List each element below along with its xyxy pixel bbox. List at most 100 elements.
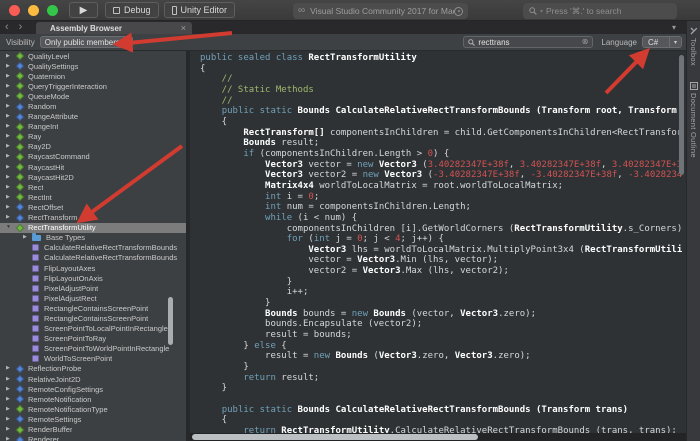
tree-item-raycasthit[interactable]: ▶RaycastHit [0, 162, 186, 172]
expander-icon[interactable]: ▶ [6, 427, 15, 432]
tree-item-remotenotificationtype[interactable]: ▶RemoteNotificationType [0, 404, 186, 414]
tree-item-worldtoscreenpoint[interactable]: WorldToScreenPoint [0, 354, 186, 364]
type-search-input[interactable]: recttrans ⊗ [463, 36, 593, 48]
navigate-forward-button[interactable]: › [19, 22, 23, 33]
method-icon [32, 244, 39, 251]
expander-icon[interactable]: ▶ [6, 195, 15, 200]
expander-icon[interactable]: ▶ [6, 215, 15, 220]
pad-tab-document-outline[interactable]: Document Outline [689, 82, 698, 158]
expander-icon[interactable]: ▶ [23, 235, 32, 240]
tree-item-remoteconfigsettings[interactable]: ▶RemoteConfigSettings [0, 384, 186, 394]
tree-item-fliplayoutonaxis[interactable]: FlipLayoutOnAxis [0, 273, 186, 283]
expander-icon[interactable]: ▶ [6, 165, 15, 170]
expander-icon[interactable]: ▶ [6, 54, 15, 59]
tree-item-screenpointtolocalpointinrectangle[interactable]: ScreenPointToLocalPointInRectangle [0, 324, 186, 334]
tree-item-rangeattribute[interactable]: ▶RangeAttribute [0, 112, 186, 122]
clear-search-icon[interactable]: ⊗ [582, 38, 589, 46]
class-green-icon [16, 173, 24, 181]
global-search-field[interactable]: ▾ Press '⌘.' to search [523, 3, 677, 19]
expander-icon[interactable]: ▼ [6, 225, 15, 230]
tree-item-quaternion[interactable]: ▶Quaternion [0, 71, 186, 81]
code-horizontal-scrollbar-thumb[interactable] [192, 434, 478, 440]
tab-overflow-caret-icon[interactable]: ▾ [672, 21, 676, 34]
run-button[interactable]: ▶ [69, 2, 98, 18]
tree-item-remotesettings[interactable]: ▶RemoteSettings [0, 414, 186, 424]
assembly-tree: ▶QualityLevel▶QualitySettings▶Quaternion… [0, 51, 186, 441]
tree-item-base-types[interactable]: ▶Base Types [0, 233, 186, 243]
expander-icon[interactable]: ▶ [6, 366, 15, 371]
expander-icon[interactable]: ▶ [6, 134, 15, 139]
tree-item-calculaterelativerecttransformbounds[interactable]: CalculateRelativeRectTransformBounds [0, 253, 186, 263]
language-dropdown[interactable]: C# ▾ [642, 36, 682, 48]
target-selector[interactable]: Unity Editor [164, 2, 236, 18]
tree-item-rectoffset[interactable]: ▶RectOffset [0, 202, 186, 212]
expander-icon[interactable]: ▶ [6, 74, 15, 79]
tree-item-qualitylevel[interactable]: ▶QualityLevel [0, 51, 186, 61]
expander-icon[interactable]: ▶ [6, 104, 15, 109]
code-line: } else { [200, 341, 686, 352]
expander-icon[interactable]: ▶ [6, 84, 15, 89]
tree-item-renderer[interactable]: ▶Renderer [0, 435, 186, 441]
expander-icon[interactable]: ▶ [6, 114, 15, 119]
expander-icon[interactable]: ▶ [6, 154, 15, 159]
code-line: if (componentsInChildren.Length > 0) { [200, 149, 686, 160]
tree-item-querytriggerinteraction[interactable]: ▶QueryTriggerInteraction [0, 81, 186, 91]
tab-assembly-browser[interactable]: Assembly Browser × [36, 22, 192, 34]
tree-item-rectanglecontainsscreenpoint[interactable]: RectangleContainsScreenPoint [0, 303, 186, 313]
tree-item-pixeladjustrect[interactable]: PixelAdjustRect [0, 293, 186, 303]
pad-tab-toolbox[interactable]: Toolbox [689, 27, 698, 66]
tree-item-ray[interactable]: ▶Ray [0, 132, 186, 142]
close-window-button[interactable] [9, 5, 20, 16]
code-line: vector = Vector3.Min (lhs, vector); [200, 255, 686, 266]
expander-icon[interactable]: ▶ [6, 124, 15, 129]
tree-item-recttransform[interactable]: ▶RectTransform [0, 213, 186, 223]
expander-icon[interactable]: ▶ [6, 397, 15, 402]
expander-icon[interactable]: ▶ [6, 94, 15, 99]
code-horizontal-scrollbar[interactable] [190, 433, 686, 441]
navigate-back-button[interactable]: ‹ [5, 22, 9, 33]
code-line: // [200, 96, 686, 107]
tree-item-recttransformutility[interactable]: ▼RectTransformUtility [0, 223, 186, 233]
tree-item-renderbuffer[interactable]: ▶RenderBuffer [0, 424, 186, 434]
expander-icon[interactable]: ▶ [6, 387, 15, 392]
tree-item-raycasthit2d[interactable]: ▶RaycastHit2D [0, 172, 186, 182]
maximize-window-button[interactable] [47, 5, 58, 16]
expander-icon[interactable]: ▶ [6, 407, 15, 412]
tree-item-rectanglecontainsscreenpoint[interactable]: RectangleContainsScreenPoint [0, 313, 186, 323]
tree-item-calculaterelativerecttransformbounds[interactable]: CalculateRelativeRectTransformBounds [0, 243, 186, 253]
tree-item-screenpointtoworldpointinrectangle[interactable]: ScreenPointToWorldPointInRectangle [0, 344, 186, 354]
expander-icon[interactable]: ▶ [6, 437, 15, 441]
close-tab-icon[interactable]: × [181, 24, 186, 33]
configuration-selector[interactable]: Debug [105, 2, 159, 18]
expander-icon[interactable]: ▶ [6, 175, 15, 180]
tree-item-label: ReflectionProbe [28, 364, 81, 373]
tree-item-pixeladjustpoint[interactable]: PixelAdjustPoint [0, 283, 186, 293]
tree-item-ray2d[interactable]: ▶Ray2D [0, 142, 186, 152]
expander-icon[interactable]: ▶ [6, 64, 15, 69]
tree-item-qualitysettings[interactable]: ▶QualitySettings [0, 61, 186, 71]
tree-item-screenpointtoray[interactable]: ScreenPointToRay [0, 334, 186, 344]
tree-item-reflectionprobe[interactable]: ▶ ReflectionProbe [0, 364, 186, 374]
code-line: i++; [200, 287, 686, 298]
expander-icon[interactable]: ▶ [6, 144, 15, 149]
method-icon [32, 285, 39, 292]
play-icon: ▶ [80, 5, 88, 16]
tree-item-rectint[interactable]: ▶RectInt [0, 192, 186, 202]
tree-item-rect[interactable]: ▶Rect [0, 182, 186, 192]
expander-icon[interactable]: ▶ [6, 417, 15, 422]
expander-icon[interactable]: ▶ [6, 377, 15, 382]
tree-item-fliplayoutaxes[interactable]: FlipLayoutAxes [0, 263, 186, 273]
tree-item-relativejoint2d[interactable]: ▶RelativeJoint2D [0, 374, 186, 384]
code-editor[interactable]: public sealed class RectTransformUtility… [190, 53, 686, 437]
tree-item-rangeint[interactable]: ▶RangeInt [0, 122, 186, 132]
tree-item-random[interactable]: ▶Random [0, 101, 186, 111]
tree-item-queuemode[interactable]: ▶QueueMode [0, 91, 186, 101]
visibility-dropdown[interactable]: Only public members ▾ [40, 36, 133, 48]
tree-item-remotenotification[interactable]: ▶RemoteNotification [0, 394, 186, 404]
tree-item-raycastcommand[interactable]: ▶RaycastCommand [0, 152, 186, 162]
expander-icon[interactable]: ▶ [6, 185, 15, 190]
tree-scrollbar-thumb[interactable] [168, 297, 173, 345]
expander-icon[interactable]: ▶ [6, 205, 15, 210]
code-vertical-scrollbar-thumb[interactable] [679, 55, 684, 175]
minimize-window-button[interactable] [28, 5, 39, 16]
